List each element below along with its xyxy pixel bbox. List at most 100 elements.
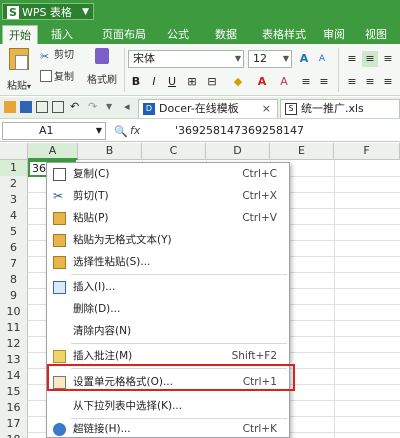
grow-font-icon[interactable]: A [296, 51, 312, 67]
row-header[interactable]: 18 [0, 432, 28, 438]
copy-button[interactable]: 复制 [40, 70, 74, 86]
row-header[interactable]: 6 [0, 240, 28, 257]
menu-item-copy[interactable]: 复制(C) Ctrl+C [47, 163, 289, 185]
menu-item-insert[interactable]: 插入(I)... [47, 276, 289, 298]
doc-tab-docer[interactable]: D Docer-在线模板 × [138, 99, 278, 118]
menu-item-hyperlink[interactable]: 超链接(H)... Ctrl+K [47, 419, 289, 438]
preview-icon[interactable] [52, 101, 64, 113]
paste-icon [53, 212, 66, 225]
tab-review[interactable]: 审阅 [316, 25, 352, 44]
align-top-icon[interactable]: ≡ [344, 51, 360, 67]
tab-table-style[interactable]: 表格样式 [256, 25, 312, 44]
doc-tab-label: Docer-在线模板 [159, 102, 239, 115]
row-header[interactable]: 9 [0, 288, 28, 305]
row-header[interactable]: 8 [0, 272, 28, 289]
font-color-icon[interactable]: A [254, 74, 270, 90]
redo-icon[interactable]: ↷ [88, 101, 100, 113]
close-icon[interactable]: × [262, 100, 271, 118]
row-header[interactable]: 17 [0, 416, 28, 433]
formula-bar: A1 ▼ 🔍 fx '369258147369258147 [0, 120, 400, 142]
border-icon[interactable]: ⊞ [184, 74, 200, 90]
outdent-icon[interactable]: ≡ [316, 74, 332, 90]
tab-insert[interactable]: 插入 [44, 25, 80, 44]
row-header[interactable]: 7 [0, 256, 28, 273]
doc-tab-label: 统一推广.xls [301, 102, 364, 115]
paste-button[interactable]: 粘贴▾ [6, 48, 32, 92]
align-center-icon[interactable]: ≡ [362, 74, 378, 90]
function-icon[interactable]: fx [130, 122, 140, 140]
copy-icon [40, 70, 52, 82]
column-header[interactable]: F [334, 143, 400, 160]
row-header[interactable]: 15 [0, 384, 28, 401]
row-header[interactable]: 11 [0, 320, 28, 337]
doc-tab-spreadsheet[interactable]: S 统一推广.xls [280, 99, 400, 118]
font-name-select[interactable]: 宋体 ▼ [128, 50, 244, 68]
fill-color-icon[interactable]: ◆ [230, 74, 246, 90]
row-header[interactable]: 12 [0, 336, 28, 353]
app-title: WPS 表格 [21, 6, 72, 19]
menu-item-paste-text[interactable]: 粘贴为无格式文本(Y) [47, 229, 289, 251]
tab-view[interactable]: 视图 [358, 25, 394, 44]
cut-label: 剪切 [54, 50, 74, 61]
align-left-icon[interactable]: ≡ [344, 74, 360, 90]
row-header[interactable]: 14 [0, 368, 28, 385]
row-header[interactable]: 10 [0, 304, 28, 321]
clear-format-icon[interactable]: A [276, 74, 292, 90]
menu-separator [71, 274, 287, 275]
cut-button[interactable]: ✂ 剪切 [40, 48, 74, 64]
align-right-icon[interactable]: ≡ [380, 74, 396, 90]
formula-input[interactable]: '369258147369258147 [175, 122, 304, 140]
column-header[interactable]: E [270, 143, 334, 160]
menu-item-label: 插入(I)... [73, 281, 116, 293]
row-header[interactable]: 3 [0, 192, 28, 209]
menu-item-label: 粘贴为无格式文本(Y) [73, 234, 172, 246]
column-header[interactable]: D [206, 143, 270, 160]
format-painter-label: 格式刷 [87, 75, 117, 86]
menu-item-cut[interactable]: ✂ 剪切(T) Ctrl+X [47, 185, 289, 207]
menu-item-clear-contents[interactable]: 清除内容(N) [47, 320, 289, 342]
font-size-select[interactable]: 12 ▼ [248, 50, 292, 68]
shrink-font-icon[interactable]: A [314, 51, 330, 67]
chevron-down-icon: ▼ [282, 54, 289, 63]
italic-button[interactable]: I [146, 74, 162, 90]
row-header[interactable]: 16 [0, 400, 28, 417]
save-icon[interactable] [20, 101, 32, 113]
chevron-down-icon[interactable]: ▼ [106, 101, 118, 113]
menu-item-shortcut: Ctrl+X [242, 190, 277, 202]
column-header[interactable]: C [142, 143, 206, 160]
menu-separator [71, 343, 287, 344]
column-header[interactable]: A [28, 143, 78, 160]
bold-button[interactable]: B [128, 74, 144, 90]
folder-icon[interactable] [4, 101, 16, 113]
tab-data[interactable]: 数据 [208, 25, 244, 44]
select-all-corner[interactable] [0, 143, 28, 160]
row-header[interactable]: 13 [0, 352, 28, 369]
tab-home[interactable]: 开始 [2, 25, 38, 44]
align-middle-icon[interactable]: ≡ [362, 51, 378, 67]
zoom-icon[interactable]: 🔍 [114, 125, 128, 138]
paste-label: 粘贴 [6, 81, 27, 92]
tab-formula[interactable]: 公式 [160, 25, 196, 44]
underline-button[interactable]: U [164, 74, 180, 90]
menu-item-delete[interactable]: 删除(D)... [47, 298, 289, 320]
column-header[interactable]: B [78, 143, 142, 160]
merge-icon[interactable]: ⊟ [204, 74, 220, 90]
row-header[interactable]: 5 [0, 224, 28, 241]
nav-arrow-icon[interactable]: ◂ [124, 101, 136, 113]
menu-item-paste[interactable]: 粘贴(P) Ctrl+V [47, 207, 289, 229]
app-menu-button[interactable]: S WPS 表格 ▼ [2, 3, 94, 20]
menu-item-pick-from-list[interactable]: 从下拉列表中选择(K)... [47, 395, 289, 417]
name-box[interactable]: A1 ▼ [2, 122, 106, 140]
comment-icon [53, 350, 66, 363]
indent-icon[interactable]: ≡ [298, 74, 314, 90]
format-painter-button[interactable]: 格式刷 [84, 48, 120, 86]
hyperlink-icon [53, 423, 66, 436]
tab-page-layout[interactable]: 页面布局 [96, 25, 152, 44]
row-header[interactable]: 2 [0, 176, 28, 193]
menu-item-paste-special[interactable]: 选择性粘贴(S)... [47, 251, 289, 273]
row-header[interactable]: 4 [0, 208, 28, 225]
print-icon[interactable] [36, 101, 48, 113]
undo-icon[interactable]: ↶ [70, 101, 82, 113]
align-bottom-icon[interactable]: ≡ [380, 51, 396, 67]
row-header[interactable]: 1 [0, 160, 28, 177]
